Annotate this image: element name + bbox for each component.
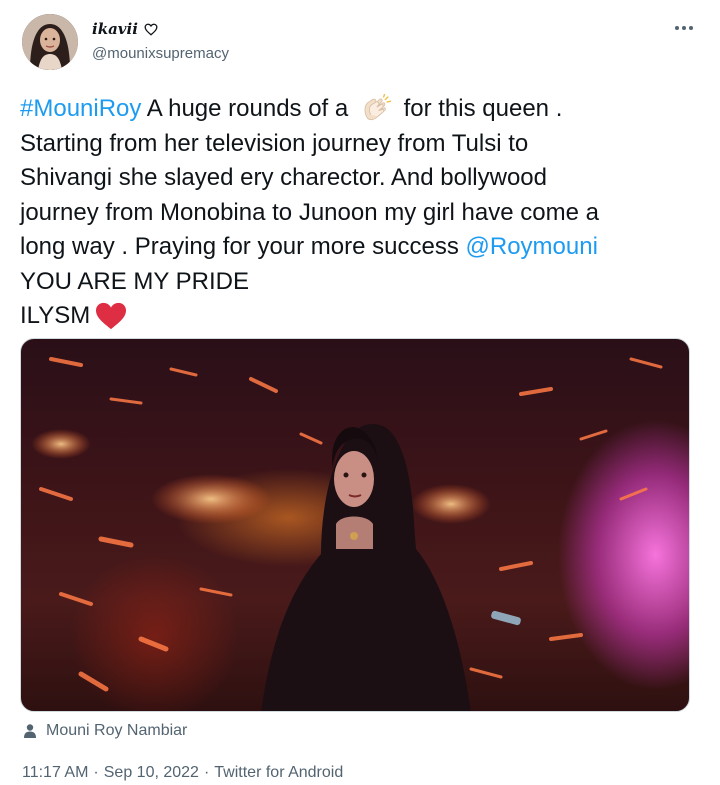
tweet-line-1: #MouniRoy A huge rounds of a for this qu… xyxy=(20,92,700,127)
hashtag-link[interactable]: #MouniRoy xyxy=(20,95,141,122)
more-dot xyxy=(689,26,693,30)
tweet-metadata: 11:17 AM · Sep 10, 2022 · Twitter for An… xyxy=(22,764,343,782)
tweet-text-segment: long way . Praying for your more success xyxy=(20,233,466,260)
tweet-text-segment: ILYSM xyxy=(20,302,91,329)
tweet-line-5: long way . Praying for your more success… xyxy=(20,230,700,265)
more-dot xyxy=(675,26,679,30)
tweet-text: #MouniRoy A huge rounds of a for this qu… xyxy=(20,92,700,334)
tweet-line-3: Shivangi she slayed ery charector. And b… xyxy=(20,164,547,191)
more-dot xyxy=(682,26,686,30)
tweet-media-image[interactable] xyxy=(20,338,690,712)
tweet-line-7: ILYSM xyxy=(20,299,700,334)
author-avatar[interactable] xyxy=(22,14,78,70)
heart-outline-icon xyxy=(144,23,158,36)
tweet-date[interactable]: Sep 10, 2022 xyxy=(104,764,199,782)
tweet-text-segment: A huge rounds of a xyxy=(141,95,355,122)
tweet-text-segment: for this queen . xyxy=(396,95,563,122)
tweet-line-4: journey from Monobina to Junoon my girl … xyxy=(20,198,599,226)
mention-link[interactable]: @Roymouni xyxy=(466,233,598,260)
author-display-name[interactable]: ikavii xyxy=(92,20,158,38)
meta-separator: · xyxy=(93,764,99,781)
tweet-time[interactable]: 11:17 AM xyxy=(22,764,88,782)
author-handle[interactable]: @mounixsupremacy xyxy=(92,45,229,62)
display-name-text: ikavii xyxy=(92,20,138,38)
meta-separator: · xyxy=(203,764,210,781)
more-options-icon[interactable] xyxy=(670,18,698,38)
red-heart-emoji xyxy=(96,302,127,330)
tweet-source-link[interactable]: Twitter for Android xyxy=(214,764,343,782)
media-scene-illustration xyxy=(31,357,663,711)
person-icon xyxy=(24,724,36,738)
avatar-portrait-icon xyxy=(22,14,78,70)
clapping-hands-emoji xyxy=(364,94,392,121)
tweet-line-2: Starting from her television journey fro… xyxy=(20,129,529,157)
tweet-card: ikavii @mounixsupremacy #MouniRoy A huge… xyxy=(0,0,720,785)
tweet-line-6: YOU ARE MY PRIDE xyxy=(20,267,249,295)
tagged-user-name: Mouni Roy Nambiar xyxy=(46,722,188,739)
media-tagged-user[interactable]: Mouni Roy Nambiar xyxy=(22,722,187,740)
